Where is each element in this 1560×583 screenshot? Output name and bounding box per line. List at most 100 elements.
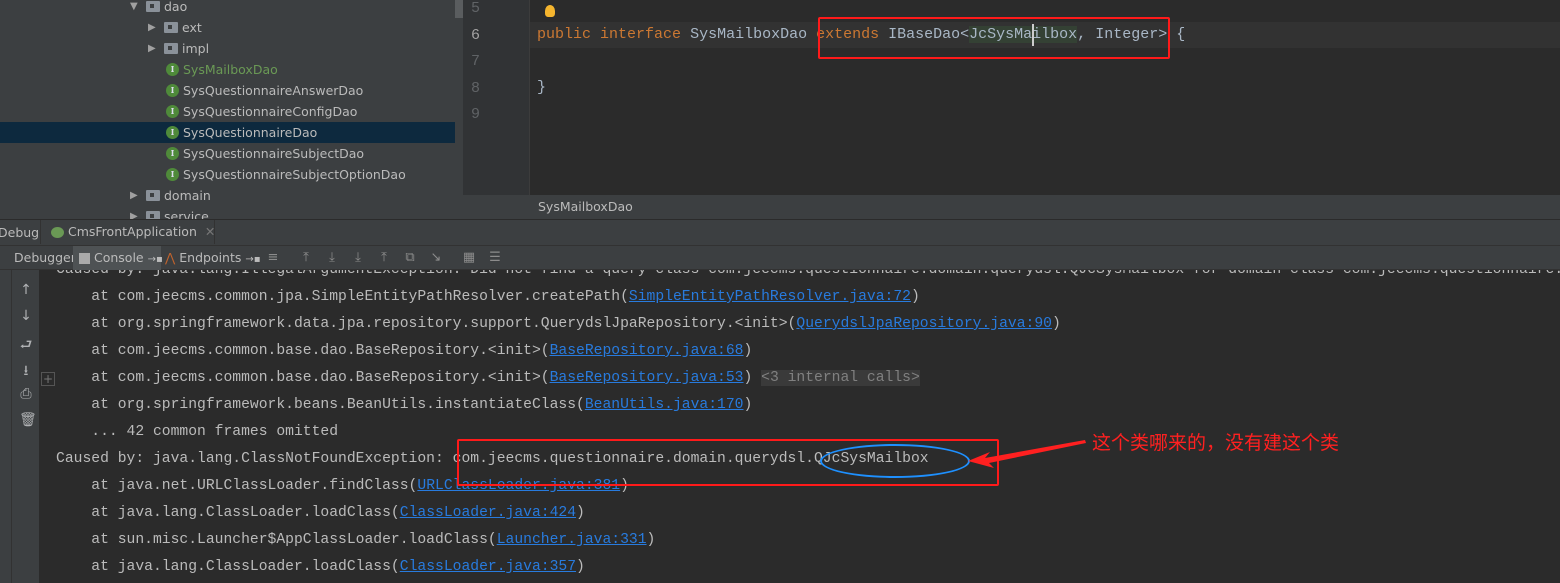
- folder-icon: [146, 211, 160, 219]
- lightbulb-icon[interactable]: [545, 5, 555, 17]
- print-icon[interactable]: ⎙: [19, 386, 33, 402]
- tree-item-label: service: [164, 209, 209, 219]
- console-output[interactable]: Caused by: java.lang.IllegalArgumentExce…: [39, 270, 1560, 583]
- console-text: ): [576, 559, 585, 575]
- arrow-down-icon[interactable]: ↓: [19, 308, 33, 324]
- code-line-8: }: [537, 79, 547, 96]
- tab-cms-front-application[interactable]: CmsFrontApplication ✕: [40, 220, 215, 244]
- tree-item-label: impl: [182, 41, 210, 56]
- spring-boot-icon: [51, 227, 64, 238]
- source-link[interactable]: BeanUtils.java:170: [585, 397, 744, 413]
- tree-item[interactable]: I SysQuestionnaireAnswerDao: [166, 80, 363, 101]
- tree-item[interactable]: ▶ impl: [148, 38, 209, 59]
- debug-label: Debug:: [0, 225, 44, 240]
- annotation-arrow-icon: [968, 440, 1086, 468]
- console-text: ... 42 common frames omitted: [56, 424, 339, 440]
- soft-wrap-icon[interactable]: ⮐: [19, 334, 33, 358]
- console-text: at java.lang.ClassLoader.loadClass(: [56, 505, 400, 521]
- chevron-down-icon[interactable]: ▼: [130, 0, 142, 17]
- tree-item-label: dao: [164, 0, 188, 14]
- drop-frame-icon[interactable]: ⧉: [403, 251, 417, 265]
- keyword: interface: [600, 26, 682, 43]
- close-icon[interactable]: ✕: [205, 224, 215, 239]
- source-link[interactable]: QuerydslJpaRepository.java:90: [796, 316, 1052, 332]
- tree-scrollbar[interactable]: [455, 0, 463, 18]
- run-to-cursor-icon[interactable]: ↘: [429, 251, 443, 265]
- console-text: at com.jeecms.common.jpa.SimpleEntityPat…: [56, 289, 629, 305]
- annotation-text: 这个类哪来的，没有建这个类: [1092, 432, 1340, 454]
- annotation-box-extends: [818, 17, 1170, 59]
- console-text: ): [743, 397, 753, 413]
- chevron-right-icon[interactable]: ▶: [130, 206, 142, 219]
- folder-icon: [146, 190, 160, 201]
- folder-icon: [164, 43, 178, 54]
- interface-icon: I: [166, 84, 179, 97]
- console-line: at sun.misc.Launcher$AppClassLoader.load…: [56, 527, 655, 554]
- console-text: Caused by: java.lang.IllegalArgumentExce…: [56, 270, 1560, 278]
- source-link[interactable]: BaseRepository.java:68: [550, 343, 744, 359]
- show-execution-point-icon[interactable]: ⤒: [299, 251, 313, 265]
- keyword: public: [537, 26, 592, 43]
- console-text: ): [1051, 316, 1061, 332]
- console-text: at java.net.URLClassLoader.findClass(: [56, 478, 418, 494]
- tab-debugger[interactable]: Debugger: [14, 246, 76, 270]
- tree-item[interactable]: ▶ domain: [130, 185, 211, 206]
- console-line: at org.springframework.data.jpa.reposito…: [56, 311, 1061, 338]
- console-line: at java.lang.ClassLoader.loadClass(Class…: [56, 500, 585, 527]
- tab-endpoints[interactable]: ⋀ Endpoints →▪: [165, 246, 261, 270]
- tree-item[interactable]: I SysQuestionnaireDao: [0, 122, 455, 143]
- folder-icon: [146, 1, 160, 12]
- tree-item[interactable]: ▶ service: [130, 206, 209, 219]
- line-number: 8: [470, 79, 480, 97]
- expand-fold-icon[interactable]: +: [41, 372, 55, 386]
- tree-item[interactable]: ▼ dao: [130, 0, 187, 17]
- internal-calls-fold[interactable]: <3 internal calls>: [761, 370, 920, 386]
- tree-item-label: ext: [182, 20, 202, 35]
- tree-item-label: SysQuestionnaireAnswerDao: [183, 83, 364, 98]
- source-link[interactable]: BaseRepository.java:53: [550, 370, 744, 386]
- debug-tab-bar: Debug: CmsFrontApplication ✕: [0, 219, 1560, 245]
- breadcrumb[interactable]: SysMailboxDao: [463, 195, 1560, 219]
- chevron-right-icon[interactable]: ▶: [148, 38, 160, 59]
- scroll-to-end-icon[interactable]: ⭳: [19, 360, 33, 384]
- tree-item[interactable]: I SysMailboxDao: [166, 59, 278, 80]
- tree-item[interactable]: I SysQuestionnaireConfigDao: [166, 101, 357, 122]
- tree-item[interactable]: I SysQuestionnaireSubjectOptionDao: [166, 164, 406, 185]
- source-link[interactable]: ClassLoader.java:357: [400, 559, 576, 575]
- debug-side-toolbar: [0, 270, 12, 583]
- console-text: at java.lang.ClassLoader.loadClass(: [56, 559, 400, 575]
- source-link[interactable]: ClassLoader.java:424: [400, 505, 576, 521]
- source-link[interactable]: Launcher.java:331: [497, 532, 647, 548]
- console-line: at com.jeecms.common.jpa.SimpleEntityPat…: [56, 284, 920, 311]
- interface-icon: I: [166, 147, 179, 160]
- threads-icon[interactable]: ≡: [266, 251, 280, 265]
- step-into-icon[interactable]: ⤓: [351, 251, 365, 265]
- chevron-right-icon[interactable]: ▶: [130, 185, 142, 206]
- tree-item-label: SysQuestionnaireDao: [183, 125, 318, 140]
- interface-icon: I: [166, 126, 179, 139]
- trace-icon[interactable]: ☰: [488, 251, 502, 265]
- interface-icon: I: [166, 168, 179, 181]
- console-line: ... 42 common frames omitted: [56, 419, 338, 446]
- line-number: 9: [470, 106, 480, 123]
- source-link[interactable]: SimpleEntityPathResolver.java:72: [629, 289, 911, 305]
- evaluate-icon[interactable]: ▦: [462, 251, 476, 265]
- tree-item-label: SysQuestionnaireSubjectOptionDao: [183, 167, 406, 182]
- console-toolbar: ↑ ↓ ⮐ ⭳ ⎙ 🗑: [12, 270, 39, 583]
- tab-console[interactable]: Console →▪: [73, 246, 163, 270]
- tree-item[interactable]: ▶ ext: [148, 17, 202, 38]
- trash-icon[interactable]: 🗑: [19, 412, 37, 428]
- tree-item-label: SysQuestionnaireConfigDao: [183, 104, 358, 119]
- arrow-up-icon[interactable]: ↑: [19, 282, 33, 298]
- console-line: at com.jeecms.common.base.dao.BaseReposi…: [56, 338, 752, 365]
- console-text: ): [576, 505, 585, 521]
- console-text: at org.springframework.beans.BeanUtils.i…: [56, 397, 585, 413]
- step-over-icon[interactable]: ⤓: [325, 251, 339, 265]
- tab-label: CmsFrontApplication: [67, 224, 197, 239]
- debug-toolbar: Debugger Console →▪ ⋀ Endpoints →▪ ≡ ⤒ ⤓…: [0, 245, 1560, 270]
- chevron-right-icon[interactable]: ▶: [148, 17, 160, 38]
- tree-item-label: SysQuestionnaireSubjectDao: [183, 146, 365, 161]
- tree-item[interactable]: I SysQuestionnaireSubjectDao: [166, 143, 364, 164]
- console-text: ): [743, 343, 753, 359]
- step-out-icon[interactable]: ⤒: [377, 251, 391, 265]
